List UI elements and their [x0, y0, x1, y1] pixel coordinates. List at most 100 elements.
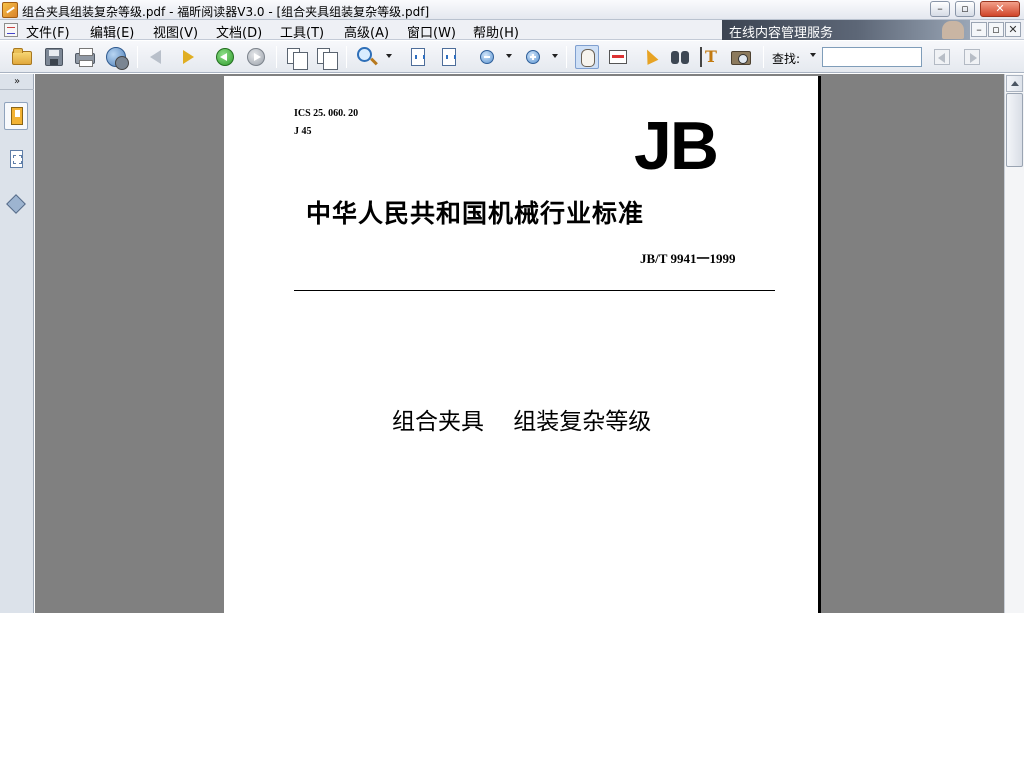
zoom-tool-dropdown[interactable] — [386, 54, 392, 58]
next-page-button[interactable] — [176, 45, 200, 69]
rotate-icon — [287, 48, 308, 70]
title-bar: 组合夹具组装复杂等级.pdf - 福昕阅读器V3.0 - [组合夹具组装复杂等级… — [0, 0, 1024, 20]
previous-page-button[interactable] — [144, 45, 168, 69]
mdi-minimize-button[interactable]: – — [971, 22, 987, 37]
jb-logo: JB — [634, 108, 719, 184]
find-options-dropdown[interactable] — [810, 53, 816, 57]
fit-width-button[interactable] — [437, 45, 461, 69]
ics-code: ICS 25. 060. 20 — [294, 108, 359, 119]
save-icon — [45, 48, 63, 66]
find-input[interactable] — [822, 47, 922, 67]
toolbar-separator — [763, 46, 764, 68]
close-button[interactable]: ✕ — [980, 1, 1020, 17]
zoom-plus-icon — [526, 50, 540, 64]
rotate-right-button[interactable] — [313, 45, 338, 70]
web-icon — [106, 47, 129, 70]
menu-help[interactable]: 帮助(H) — [473, 22, 519, 41]
select-text-icon — [609, 50, 627, 64]
pointer-icon — [641, 47, 659, 65]
prev-page-icon — [150, 50, 161, 64]
standard-number: JB/T 9941一1999 — [640, 251, 736, 266]
bookmarks-tab[interactable] — [4, 102, 28, 130]
back-icon — [216, 48, 234, 66]
zoom-out-dropdown[interactable] — [506, 54, 512, 58]
snapshot-icon — [731, 51, 751, 65]
scroll-up-button[interactable] — [1006, 75, 1023, 92]
select-text-button[interactable] — [606, 45, 630, 69]
minimize-button[interactable]: – — [930, 1, 950, 17]
select-tool-button[interactable] — [637, 45, 661, 69]
find-icon — [671, 51, 689, 64]
toolbar-separator — [276, 46, 277, 68]
toolbar: T 查找: — [0, 41, 1024, 73]
fit-page-button[interactable] — [406, 45, 430, 69]
document-subject: 组合夹具 组装复杂等级 — [392, 409, 652, 435]
hand-icon — [581, 49, 595, 67]
fit-width-icon — [442, 48, 456, 66]
classification-code: J 45 — [294, 126, 312, 137]
toolbar-separator — [137, 46, 138, 68]
layers-tab[interactable] — [4, 190, 28, 218]
zoom-out-button[interactable] — [475, 45, 499, 69]
find-label: 查找: — [772, 52, 801, 66]
menu-advanced[interactable]: 高级(A) — [344, 22, 389, 41]
zoom-in-button[interactable] — [521, 45, 545, 69]
forward-icon — [247, 48, 265, 66]
scroll-thumb[interactable] — [1006, 93, 1023, 167]
layers-icon — [6, 194, 26, 214]
pages-tab[interactable] — [4, 146, 28, 174]
zoom-out-icon — [480, 50, 494, 64]
print-icon — [75, 48, 95, 67]
forward-button[interactable] — [244, 45, 268, 69]
pages-icon — [10, 150, 23, 168]
typewriter-icon: T — [700, 47, 720, 67]
pdf-page[interactable]: ICS 25. 060. 20 J 45 JB 中华人民共和国机械行业标准 JB… — [224, 76, 818, 613]
snapshot-button[interactable] — [729, 45, 753, 69]
zoom-in-dropdown[interactable] — [552, 54, 558, 58]
find-next-icon — [964, 49, 980, 65]
vertical-scrollbar[interactable] — [1004, 74, 1024, 613]
toolbar-separator — [566, 46, 567, 68]
menu-file[interactable]: 文件(F) — [26, 22, 70, 41]
print-button[interactable] — [73, 45, 97, 69]
find-next-button[interactable] — [960, 45, 984, 69]
mdi-restore-button[interactable]: ▫ — [988, 22, 1004, 37]
navigation-panel: » — [0, 74, 34, 613]
window-title: 组合夹具组装复杂等级.pdf - 福昕阅读器V3.0 - [组合夹具组装复杂等级… — [22, 5, 430, 19]
menu-edit[interactable]: 编辑(E) — [90, 22, 134, 41]
zoom-in-icon — [357, 47, 372, 62]
foxit-reader-window: 组合夹具组装复杂等级.pdf - 福昕阅读器V3.0 - [组合夹具组装复杂等级… — [0, 0, 1024, 613]
menu-view[interactable]: 视图(V) — [153, 22, 198, 41]
hand-tool-button[interactable] — [575, 45, 599, 69]
open-button[interactable] — [10, 45, 34, 69]
promo-person-icon — [942, 21, 964, 39]
open-icon — [12, 48, 32, 65]
mdi-close-button[interactable]: ✕ — [1005, 22, 1021, 37]
document-view[interactable]: ICS 25. 060. 20 J 45 JB 中华人民共和国机械行业标准 JB… — [35, 74, 1004, 613]
next-page-icon — [183, 50, 194, 64]
promo-text: 在线内容管理服务 — [729, 26, 834, 41]
find-button[interactable] — [668, 45, 692, 69]
standard-title: 中华人民共和国机械行业标准 — [306, 199, 645, 228]
toolbar-separator — [346, 46, 347, 68]
menu-document[interactable]: 文档(D) — [216, 22, 262, 41]
foxit-app-icon[interactable] — [2, 2, 18, 18]
online-content-service-banner[interactable]: 在线内容管理服务 — [722, 20, 970, 41]
fit-page-icon — [411, 48, 425, 66]
maximize-button[interactable]: ▫ — [955, 1, 975, 17]
rotate-icon — [317, 48, 338, 70]
header-rule — [294, 290, 775, 291]
menu-tools[interactable]: 工具(T) — [280, 22, 324, 41]
save-button[interactable] — [42, 45, 66, 69]
web-button[interactable] — [104, 45, 129, 70]
find-previous-button[interactable] — [930, 45, 954, 69]
find-prev-icon — [934, 49, 950, 65]
zoom-in-tool-button[interactable] — [355, 45, 379, 69]
expand-panel-button[interactable]: » — [0, 74, 34, 90]
rotate-left-button[interactable] — [283, 45, 308, 70]
menu-window[interactable]: 窗口(W) — [407, 22, 456, 41]
bookmarks-icon — [11, 107, 23, 125]
back-button[interactable] — [213, 45, 237, 69]
document-icon[interactable] — [4, 23, 18, 37]
typewriter-button[interactable]: T — [698, 45, 722, 69]
